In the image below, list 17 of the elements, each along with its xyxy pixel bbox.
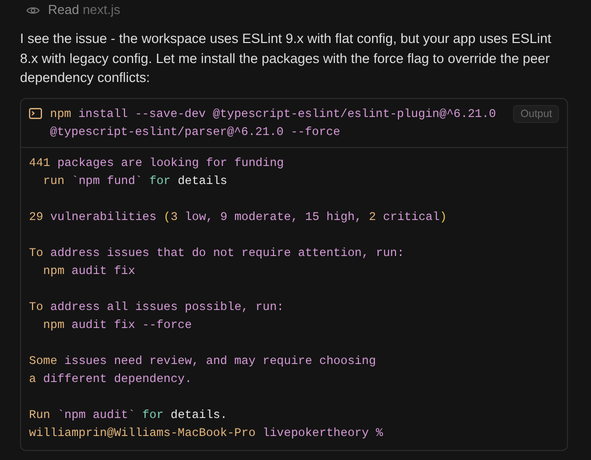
output-line: To address issues that do not require attention, run: bbox=[29, 244, 406, 262]
output-line: npm audit fix bbox=[42, 262, 136, 280]
output-line: Some issues need review, and may require choosing bbox=[29, 352, 377, 370]
output-line: 29 vulnerabilities (3 low, 9 moderate, 15 high, 2 critical) bbox=[29, 208, 448, 226]
output-line: 441 packages are looking for funding bbox=[29, 154, 285, 172]
output-line: a different dependency. bbox=[29, 370, 193, 388]
read-status: Read next.js bbox=[48, 1, 120, 20]
output-button[interactable]: Output bbox=[513, 104, 559, 122]
output-line: To address all issues possible, run: bbox=[29, 298, 285, 316]
eye-icon bbox=[26, 6, 40, 14]
output-line: npm audit fix --force bbox=[42, 316, 193, 334]
output-line: williamprin@Williams-MacBook-Pro livepokertheory % bbox=[29, 424, 384, 442]
terminal-icon bbox=[29, 108, 42, 118]
message-text: I see the issue - the workspace uses ESLint 9.x with flat config, but your app uses ESLint 8.x with legacy config. Let me install the packages with the force flag to override the peer dependency conflicts: bbox=[20, 30, 552, 87]
output-line: run `npm fund` for details bbox=[42, 172, 228, 190]
command-text: npm install --save-dev @typescript-eslint/eslint-plugin@^6.21.0 @typescript-eslint/parser@^6.21.0 --force bbox=[50, 106, 498, 140]
output-line: Run `npm audit` for details. bbox=[29, 406, 228, 424]
